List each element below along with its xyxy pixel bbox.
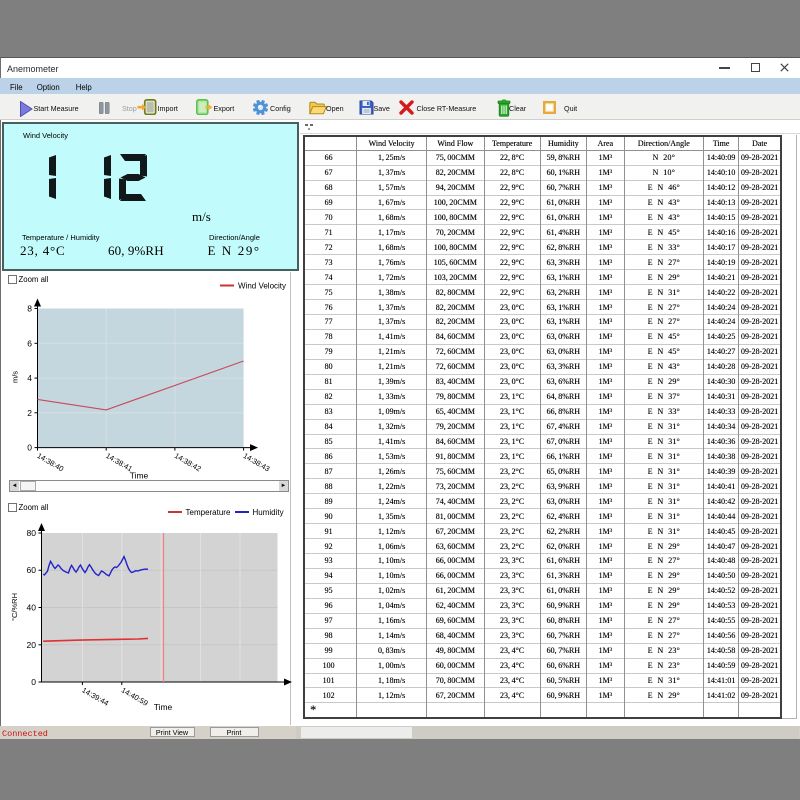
svg-text:20: 20: [27, 640, 37, 650]
svg-text:40: 40: [27, 603, 37, 613]
svg-text:0: 0: [31, 677, 36, 687]
svg-text:8: 8: [27, 304, 32, 314]
svg-text:Time: Time: [130, 471, 149, 481]
svg-text:80: 80: [27, 528, 37, 538]
svg-text:Wind Velocity: Wind Velocity: [238, 282, 286, 291]
svg-text:°C/%RH: °C/%RH: [10, 593, 19, 621]
svg-text:Temperature: Temperature: [186, 508, 231, 517]
svg-text:14:38:43: 14:38:43: [242, 451, 272, 473]
svg-text:14:39:44: 14:39:44: [80, 685, 110, 707]
svg-text:14:38:42: 14:38:42: [173, 451, 203, 473]
svg-text:60: 60: [27, 565, 37, 575]
svg-text:14:38:40: 14:38:40: [36, 451, 66, 473]
svg-text:2: 2: [27, 408, 32, 418]
svg-text:6: 6: [27, 338, 32, 348]
svg-text:4: 4: [27, 373, 32, 383]
svg-text:0: 0: [27, 443, 32, 453]
svg-text:m/s: m/s: [11, 371, 20, 383]
svg-text:Time: Time: [154, 702, 173, 712]
svg-text:14:40:59: 14:40:59: [120, 685, 150, 707]
svg-text:Humidity: Humidity: [253, 508, 284, 517]
